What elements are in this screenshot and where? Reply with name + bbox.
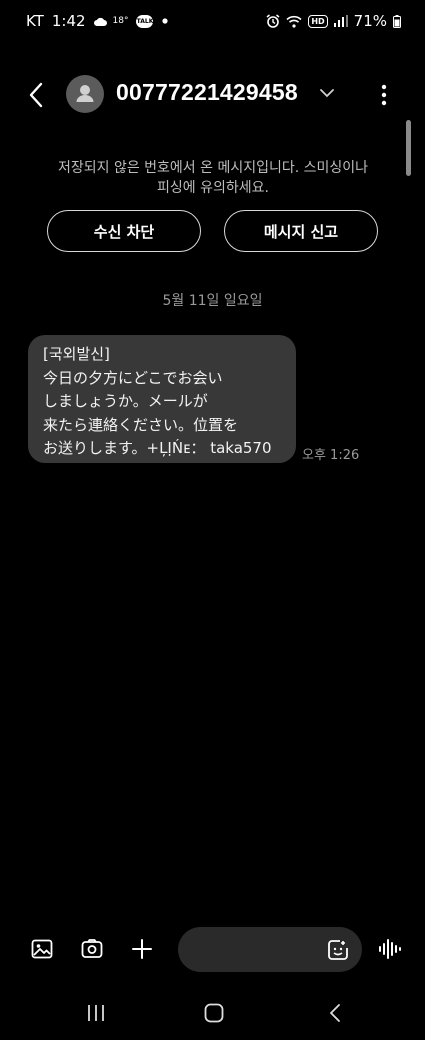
status-bar: KT 1:42 18° TALK HD 71% bbox=[0, 0, 425, 44]
block-number-button[interactable]: 수신 차단 bbox=[47, 210, 201, 252]
voice-input-button[interactable] bbox=[378, 937, 404, 961]
message-timestamp: 오후 1:26 bbox=[302, 448, 360, 463]
notice-line-2: 피싱에 유의하세요. bbox=[157, 180, 269, 196]
signal-icon bbox=[333, 15, 348, 27]
notice-line-1: 저장되지 않은 번호에서 온 메시지입니다. 스미싱이나 bbox=[57, 160, 369, 176]
contact-number-title[interactable]: 00777221429458 bbox=[116, 79, 298, 106]
message-bubble[interactable]: [국외발신] 今日の夕方にどこでお会い しましょうか。メールが 来たら連絡くださ… bbox=[28, 335, 296, 463]
message-line: お送りします。+ĻỊŃᴇ： taka570 bbox=[43, 439, 272, 457]
carrier: KT bbox=[26, 12, 44, 30]
battery-percent: 71% bbox=[353, 12, 387, 30]
home-button[interactable] bbox=[203, 1002, 225, 1024]
conversation-header: 00777221429458 bbox=[0, 70, 425, 120]
message-input[interactable] bbox=[178, 927, 362, 972]
back-button[interactable] bbox=[22, 80, 52, 110]
avatar[interactable] bbox=[66, 75, 104, 113]
notification-dot-icon bbox=[162, 18, 169, 24]
status-right: HD 71% bbox=[266, 12, 401, 30]
add-attachment-button[interactable] bbox=[130, 937, 154, 961]
status-left: KT 1:42 18° TALK bbox=[26, 12, 169, 30]
scrollbar[interactable] bbox=[406, 120, 411, 176]
system-back-button[interactable] bbox=[325, 1002, 345, 1024]
temperature: 18° bbox=[112, 16, 129, 26]
message-line: しましょうか。メールが bbox=[43, 392, 208, 410]
report-message-button[interactable]: 메시지 신고 bbox=[224, 210, 378, 252]
recent-apps-button[interactable] bbox=[85, 1003, 107, 1023]
system-navigation-bar bbox=[0, 995, 425, 1040]
composer-bar bbox=[0, 920, 425, 980]
date-divider: 5월 11일 일요일 bbox=[162, 293, 263, 309]
person-icon bbox=[76, 85, 94, 102]
emoji-sticker-icon[interactable] bbox=[326, 938, 350, 962]
battery-icon bbox=[393, 14, 401, 28]
more-options-button[interactable] bbox=[374, 80, 394, 110]
chevron-down-icon[interactable] bbox=[318, 84, 336, 102]
message-line: 今日の夕方にどこでお会い bbox=[43, 368, 223, 387]
alarm-icon bbox=[266, 14, 280, 28]
talk-notification-icon: TALK bbox=[136, 14, 154, 28]
spam-warning-notice: 저장되지 않은 번호에서 온 메시지입니다. 스미싱이나 피싱에 유의하세요. bbox=[30, 158, 396, 198]
wifi-icon bbox=[286, 15, 302, 28]
cloud-icon bbox=[93, 17, 107, 26]
hd-voice-icon: HD bbox=[308, 14, 328, 28]
gallery-button[interactable] bbox=[30, 937, 54, 961]
clock: 1:42 bbox=[51, 12, 86, 30]
message-line: 来たら連絡ください。位置を bbox=[43, 415, 239, 434]
message-line: [국외발신] bbox=[43, 345, 110, 363]
camera-button[interactable] bbox=[80, 937, 104, 961]
